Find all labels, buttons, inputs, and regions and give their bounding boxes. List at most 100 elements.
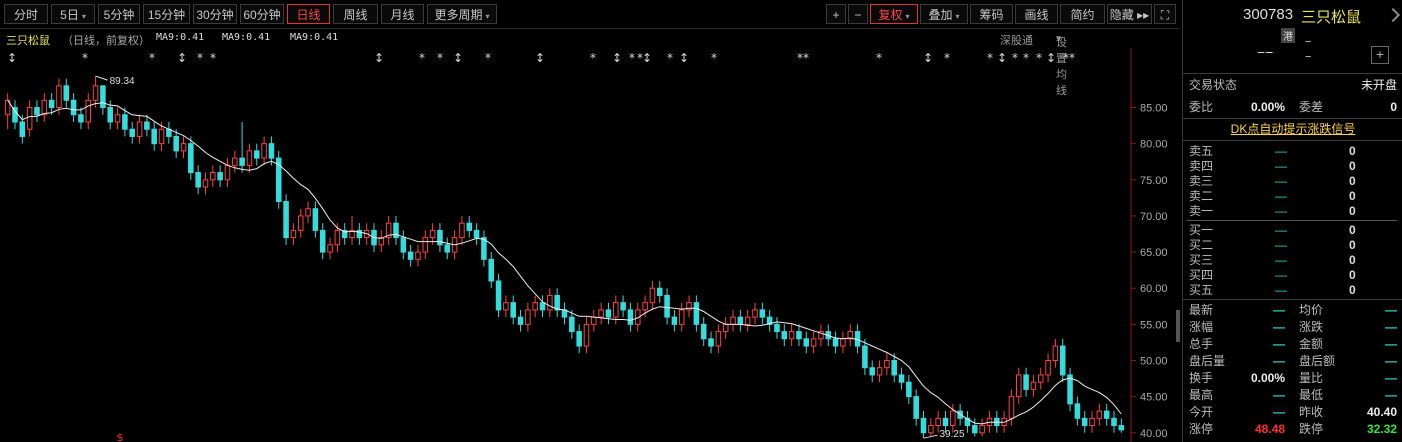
candle-body [737, 316, 744, 325]
candle-body [70, 99, 77, 116]
event-marker-icon: ↕ [374, 51, 384, 65]
candle-body [884, 359, 890, 369]
candle-body [422, 237, 429, 253]
bid-row: 买一 —0 [1189, 223, 1356, 237]
ask-row: 卖一 —0 [1189, 204, 1356, 218]
candle-body [803, 338, 810, 347]
y-tick-label: 65.00 [1140, 247, 1168, 259]
candle-body [759, 309, 766, 318]
candle-body [466, 222, 473, 231]
candle-body [297, 215, 304, 231]
candle-body [63, 85, 70, 101]
event-marker-icon: ↕ [177, 51, 187, 65]
candle-body [906, 381, 912, 398]
event-marker-icon: * [987, 51, 993, 65]
candle-body [510, 302, 516, 318]
candle-body [598, 309, 604, 318]
candle-body [1052, 345, 1059, 361]
candle-body [525, 309, 531, 325]
candle-body [913, 396, 919, 419]
candle-body [972, 425, 978, 434]
event-marker-icon: * [1012, 51, 1018, 65]
candle-body [1008, 396, 1015, 419]
candle-body [1074, 403, 1081, 419]
candle-body [1089, 417, 1095, 427]
y-tick-label: 45.00 [1140, 392, 1168, 404]
y-tick-label: 80.00 [1140, 139, 1168, 151]
candle-body [34, 107, 40, 116]
event-marker-icon: * [210, 51, 216, 65]
y-tick-label: 55.00 [1140, 319, 1168, 331]
candle-body [1103, 410, 1110, 419]
dk-signal-link[interactable]: DK点自动提示涨跌信号 [1183, 122, 1402, 137]
candle-body [261, 143, 267, 159]
candle-body [415, 251, 421, 260]
candle-body [517, 316, 524, 325]
candle-body [429, 229, 436, 239]
event-marker-icon: * [82, 51, 88, 65]
candle-body [744, 316, 751, 325]
candle-body [942, 417, 949, 427]
candle-body [232, 157, 238, 166]
bid-row: 买五 —0 [1189, 283, 1356, 297]
candle-body [312, 208, 319, 231]
event-marker-icon: ↕ [1046, 51, 1056, 65]
candle-body [78, 114, 84, 123]
candle-body [48, 99, 55, 109]
candle-body [180, 143, 187, 152]
candle-body [796, 331, 802, 340]
candle-body [173, 135, 179, 152]
candle-body [569, 316, 575, 333]
bid-row: 买二 —0 [1189, 238, 1356, 252]
candle-body [752, 309, 758, 318]
event-marker-icon: * [667, 51, 673, 65]
divider [1183, 73, 1402, 74]
candle-body [671, 316, 678, 325]
candle-body [188, 143, 194, 174]
candle-body [19, 121, 26, 137]
candle-body [862, 345, 868, 369]
candle-body [495, 280, 502, 311]
candle-body [693, 302, 700, 325]
candle-body [327, 244, 333, 253]
candle-body [503, 302, 509, 311]
candle-body [246, 150, 253, 166]
candle-body [583, 323, 590, 347]
candle-body [400, 237, 407, 253]
ask-row: 卖四 —0 [1189, 159, 1356, 173]
candle-body [107, 107, 114, 123]
candle-body [869, 367, 875, 376]
low-label: 39.25 [940, 429, 965, 440]
candle-body [114, 114, 121, 123]
candle-body [810, 338, 817, 347]
candle-body [920, 417, 927, 434]
chevron-right-icon[interactable] [1385, 7, 1401, 23]
scrollbar-handle [1176, 310, 1180, 342]
y-tick-label: 50.00 [1140, 355, 1168, 367]
candle-body [151, 128, 157, 145]
candle-body [437, 229, 443, 246]
candle-body [576, 331, 582, 347]
candle-body [935, 417, 941, 427]
candle-body [254, 150, 260, 159]
candle-body [393, 222, 399, 239]
candle-body [591, 316, 597, 325]
candle-body [950, 410, 956, 427]
event-marker-icon: ↕ [612, 51, 622, 65]
event-marker-icon: * [876, 51, 882, 65]
ask-row: 卖二 —0 [1189, 189, 1356, 203]
candle-body [12, 107, 18, 123]
candle-body [473, 229, 480, 239]
kline-chart[interactable]: 85.00 80.00 75.00 70.00 65.00 60.00 55.00 50.00… [0, 0, 1180, 442]
stock-name: 三只松鼠 [1301, 9, 1362, 26]
candle-body [26, 107, 33, 130]
add-watchlist-button[interactable]: + [1371, 46, 1389, 64]
candle-body [715, 331, 722, 347]
candle-body [722, 323, 729, 333]
candle-body [832, 338, 839, 347]
candle-body [85, 99, 92, 123]
candle-body [1037, 374, 1044, 383]
book-divider [1187, 220, 1397, 221]
candle-body [928, 425, 934, 434]
candle-body [41, 99, 48, 116]
